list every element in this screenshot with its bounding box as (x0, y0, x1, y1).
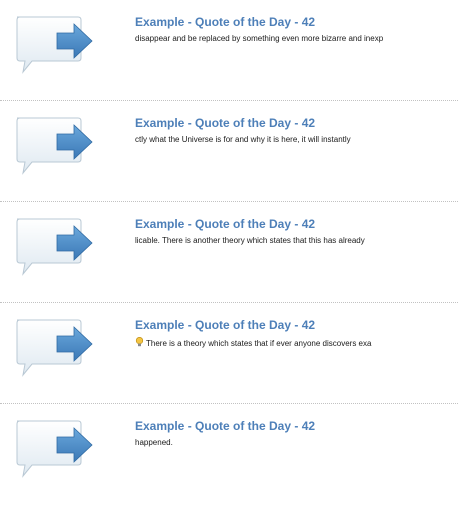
item-snippet: happened. (135, 438, 173, 447)
item-snippet: disappear and be replaced by something e… (135, 34, 384, 43)
item-title[interactable]: Example - Quote of the Day - 42 (135, 419, 315, 433)
item-snippet: ctly what the Universe is for and why it… (135, 135, 351, 144)
item-title[interactable]: Example - Quote of the Day - 42 (135, 318, 315, 332)
feed-item[interactable]: Example - Quote of the Day - 42 ctly wha… (0, 101, 458, 202)
speech-arrow-icon (14, 216, 96, 278)
speech-arrow-icon (14, 14, 96, 76)
feed-item[interactable]: Example - Quote of the Day - 42 There is… (0, 303, 458, 404)
item-snippet-row: There is a theory which states that if e… (135, 337, 371, 349)
item-snippet: licable. There is another theory which s… (135, 236, 365, 245)
lightbulb-icon (135, 337, 144, 347)
feed-item[interactable]: Example - Quote of the Day - 42 disappea… (0, 0, 458, 101)
speech-arrow-icon (14, 317, 96, 379)
item-snippet: There is a theory which states that if e… (146, 339, 372, 348)
feed-item[interactable]: Example - Quote of the Day - 42 licable.… (0, 202, 458, 303)
item-title[interactable]: Example - Quote of the Day - 42 (135, 15, 315, 29)
item-title[interactable]: Example - Quote of the Day - 42 (135, 116, 315, 130)
item-title[interactable]: Example - Quote of the Day - 42 (135, 217, 315, 231)
speech-arrow-icon (14, 418, 96, 480)
quote-feed: Example - Quote of the Day - 42 disappea… (0, 0, 458, 490)
speech-arrow-icon (14, 115, 96, 177)
